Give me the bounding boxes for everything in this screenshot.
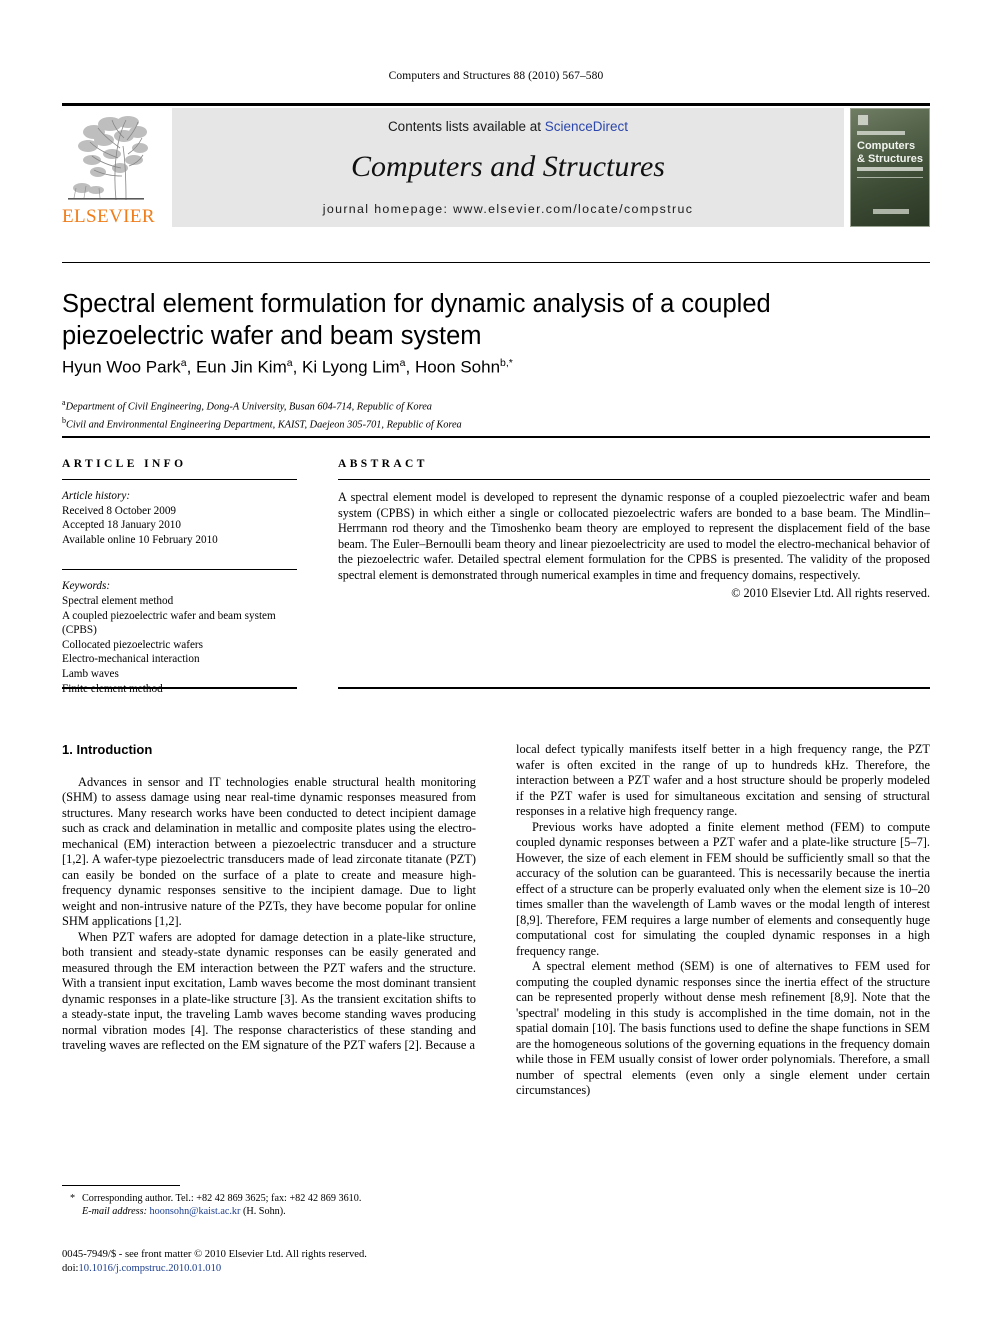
keywords-rule (62, 569, 297, 571)
cover-micro-strapline (857, 131, 905, 135)
sciencedirect-link[interactable]: ScienceDirect (545, 119, 628, 134)
article-info-heading: ARTICLE INFO (62, 458, 187, 470)
affiliations: aDepartment of Civil Engineering, Dong-A… (62, 396, 902, 432)
email-label: E-mail address: (82, 1206, 147, 1218)
abstract-block-top-rule (62, 436, 930, 439)
keyword-item: Spectral element method (62, 594, 174, 607)
history-online: Available online 10 February 2010 (62, 533, 218, 546)
imprint-block: 0045-7949/$ - see front matter © 2010 El… (62, 1248, 492, 1275)
article-history: Article history: Received 8 October 2009… (62, 489, 297, 547)
abstract-bottom-rule (338, 687, 930, 690)
body-paragraph: A spectral element method (SEM) is one o… (516, 959, 930, 1097)
affiliation-a-text: Department of Civil Engineering, Dong-A … (65, 401, 432, 413)
article-history-label: Article history: (62, 490, 131, 502)
contents-available-line: Contents lists available at ScienceDirec… (172, 119, 844, 134)
journal-title: Computers and Structures (351, 150, 665, 183)
cover-divider (857, 177, 923, 178)
cover-title-line1: Computers (857, 140, 916, 152)
article-info-column: ARTICLE INFO Article history: Received 8… (62, 458, 297, 696)
cover-footer-bar (873, 209, 909, 214)
body-paragraph: When PZT wafers are adopted for damage d… (62, 929, 476, 1053)
elsevier-wordmark: ELSEVIER (62, 206, 155, 227)
doi-link[interactable]: 10.1016/j.compstruc.2010.01.010 (78, 1263, 221, 1274)
footnote-rule (62, 1185, 180, 1186)
cover-publisher-mark-icon (857, 114, 869, 126)
body-right-column: local defect typically manifests itself … (516, 742, 930, 1099)
journal-masthead: ELSEVIER Contents lists available at Sci… (62, 108, 930, 230)
body-left-column: 1. Introduction Advances in sensor and I… (62, 742, 476, 1054)
keywords-label: Keywords: (62, 580, 111, 593)
abstract-heading-rule (338, 479, 930, 480)
journal-homepage-line[interactable]: journal homepage: www.elsevier.com/locat… (172, 202, 844, 216)
page-title: Spectral element formulation for dynamic… (62, 290, 771, 350)
elsevier-logo: ELSEVIER (62, 108, 155, 230)
journal-cover-thumbnail: Computers & Structures (850, 108, 930, 227)
history-received: Received 8 October 2009 (62, 504, 177, 517)
keyword-item: Collocated piezoelectric wafers (62, 638, 204, 651)
abstract-column: ABSTRACT A spectral element model is dev… (338, 458, 930, 601)
body-paragraph: local defect typically manifests itself … (516, 742, 930, 818)
masthead-top-rule (62, 103, 930, 106)
journal-banner: Contents lists available at ScienceDirec… (172, 108, 844, 227)
keyword-item: Electro-mechanical interaction (62, 653, 200, 666)
imprint-front-matter: 0045-7949/$ - see front matter © 2010 El… (62, 1249, 367, 1260)
email-link[interactable]: hoonsohn@kaist.ac.kr (150, 1206, 241, 1217)
affiliation-b: bCivil and Environmental Engineering Dep… (62, 416, 462, 431)
footnote-marker: * (70, 1193, 76, 1204)
title-separator-rule (62, 262, 930, 263)
affiliation-a: aDepartment of Civil Engineering, Dong-A… (62, 398, 432, 413)
footnote-contact-line: Corresponding author. Tel.: +82 42 869 3… (82, 1193, 362, 1204)
keyword-item: Lamb waves (62, 667, 119, 680)
body-paragraph: Advances in sensor and IT technologies e… (62, 774, 476, 929)
email-owner: (H. Sohn). (242, 1206, 286, 1218)
contents-prefix: Contents lists available at (387, 119, 545, 134)
author-list: Hyun Woo Parka, Eun Jin Kima, Ki Lyong L… (62, 357, 513, 377)
abstract-copyright: © 2010 Elsevier Ltd. All rights reserved… (731, 585, 930, 600)
article-info-heading-rule (62, 479, 297, 480)
cover-title: Computers & Structures (857, 140, 923, 165)
affiliation-b-text: Civil and Environmental Engineering Depa… (66, 419, 462, 431)
keywords-block: Keywords: Spectral element method A coup… (62, 569, 297, 696)
corresponding-author-footnote: * Corresponding author. Tel.: +82 42 869… (62, 1192, 476, 1219)
footnote-email-line: E-mail address: hoonsohn@kaist.ac.kr (H.… (62, 1205, 476, 1218)
doi-label: doi: (62, 1262, 79, 1274)
abstract-heading: ABSTRACT (338, 458, 428, 470)
section-heading-introduction: 1. Introduction (62, 742, 153, 757)
paper-page: Computers and Structures 88 (2010) 567–5… (0, 0, 992, 1323)
cover-title-line2: & Structures (857, 152, 924, 165)
running-head: Computers and Structures 88 (2010) 567–5… (388, 70, 604, 82)
article-info-bottom-rule (62, 687, 297, 690)
keyword-item: A coupled piezoelectric wafer and beam s… (62, 609, 276, 637)
history-accepted: Accepted 18 January 2010 (62, 519, 181, 532)
cover-strapline-bar (857, 167, 923, 171)
abstract-text: A spectral element model is developed to… (338, 490, 930, 582)
body-paragraph: Previous works have adopted a finite ele… (516, 819, 930, 958)
elsevier-tree-icon (64, 110, 148, 206)
imprint-doi-line: doi:10.1016/j.compstruc.2010.01.010 (62, 1262, 492, 1276)
